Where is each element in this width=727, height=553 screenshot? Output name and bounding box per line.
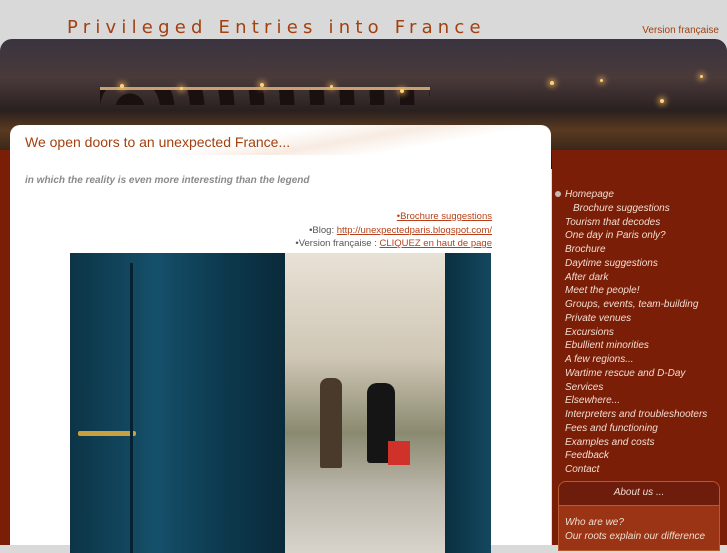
main-content: We open doors to an unexpected France...… <box>10 125 551 553</box>
menu-item-services[interactable]: Services <box>565 381 707 395</box>
prefix: •Blog: <box>309 225 337 236</box>
menu-item-after-dark[interactable]: After dark <box>565 271 707 285</box>
menu-item-contact[interactable]: Contact <box>565 463 707 477</box>
menu-item-minorities[interactable]: Ebullient minorities <box>565 339 707 353</box>
bridge <box>100 87 430 105</box>
site-title: Privileged Entries into France <box>67 17 486 38</box>
menu-item-examples[interactable]: Examples and costs <box>565 436 707 450</box>
door-photo <box>70 253 491 553</box>
menu-item-wartime[interactable]: Wartime rescue and D-Day <box>565 367 707 381</box>
french-line: •Version française : CLIQUEZ en haut de … <box>295 238 492 249</box>
french-link[interactable]: CLIQUEZ en haut de page <box>380 238 493 249</box>
menu-item-brochure-suggestions[interactable]: Brochure suggestions <box>565 202 707 216</box>
bullet-icon <box>555 191 561 197</box>
menu-item-elsewhere[interactable]: Elsewhere... <box>565 394 707 408</box>
subtitle: in which the reality is even more intere… <box>25 175 310 186</box>
menu-item-private-venues[interactable]: Private venues <box>565 312 707 326</box>
menu-item-daytime[interactable]: Daytime suggestions <box>565 257 707 271</box>
about-us-title: About us ... <box>559 482 719 506</box>
person <box>320 378 342 468</box>
menu-item-brochure[interactable]: Brochure <box>565 243 707 257</box>
door-left <box>70 253 285 553</box>
brochure-line: •Brochure suggestions <box>397 211 492 222</box>
blog-line: •Blog: http://unexpectedparis.blogspot.c… <box>309 225 492 236</box>
blog-link[interactable]: http://unexpectedparis.blogspot.com/ <box>337 225 492 236</box>
about-us-body: Who are we? Our roots explain our differ… <box>559 506 719 550</box>
sidebar-menu: Homepage Brochure suggestions Tourism th… <box>565 188 707 477</box>
language-link[interactable]: Version française <box>642 25 719 36</box>
street <box>285 253 445 553</box>
about-link-roots[interactable]: Our roots explain our difference <box>565 530 713 544</box>
menu-item-feedback[interactable]: Feedback <box>565 449 707 463</box>
about-link-who[interactable]: Who are we? <box>565 516 713 530</box>
menu-item-meet-people[interactable]: Meet the people! <box>565 284 707 298</box>
menu-item-one-day[interactable]: One day in Paris only? <box>565 229 707 243</box>
menu-item-regions[interactable]: A few regions... <box>565 353 707 367</box>
brochure-link[interactable]: •Brochure suggestions <box>397 211 492 222</box>
about-us-box: About us ... Who are we? Our roots expla… <box>558 481 720 551</box>
menu-item-groups[interactable]: Groups, events, team-building <box>565 298 707 312</box>
red-bag <box>388 441 410 465</box>
menu-item-interpreters[interactable]: Interpreters and troubleshooters <box>565 408 707 422</box>
menu-item-excursions[interactable]: Excursions <box>565 326 707 340</box>
door-handle <box>78 431 136 436</box>
door-right <box>445 253 491 553</box>
prefix: •Version française : <box>295 238 380 249</box>
menu-item-homepage[interactable]: Homepage <box>565 188 707 202</box>
menu-item-tourism[interactable]: Tourism that decodes <box>565 216 707 230</box>
menu-item-fees[interactable]: Fees and functioning <box>565 422 707 436</box>
page-title: We open doors to an unexpected France... <box>25 134 291 150</box>
